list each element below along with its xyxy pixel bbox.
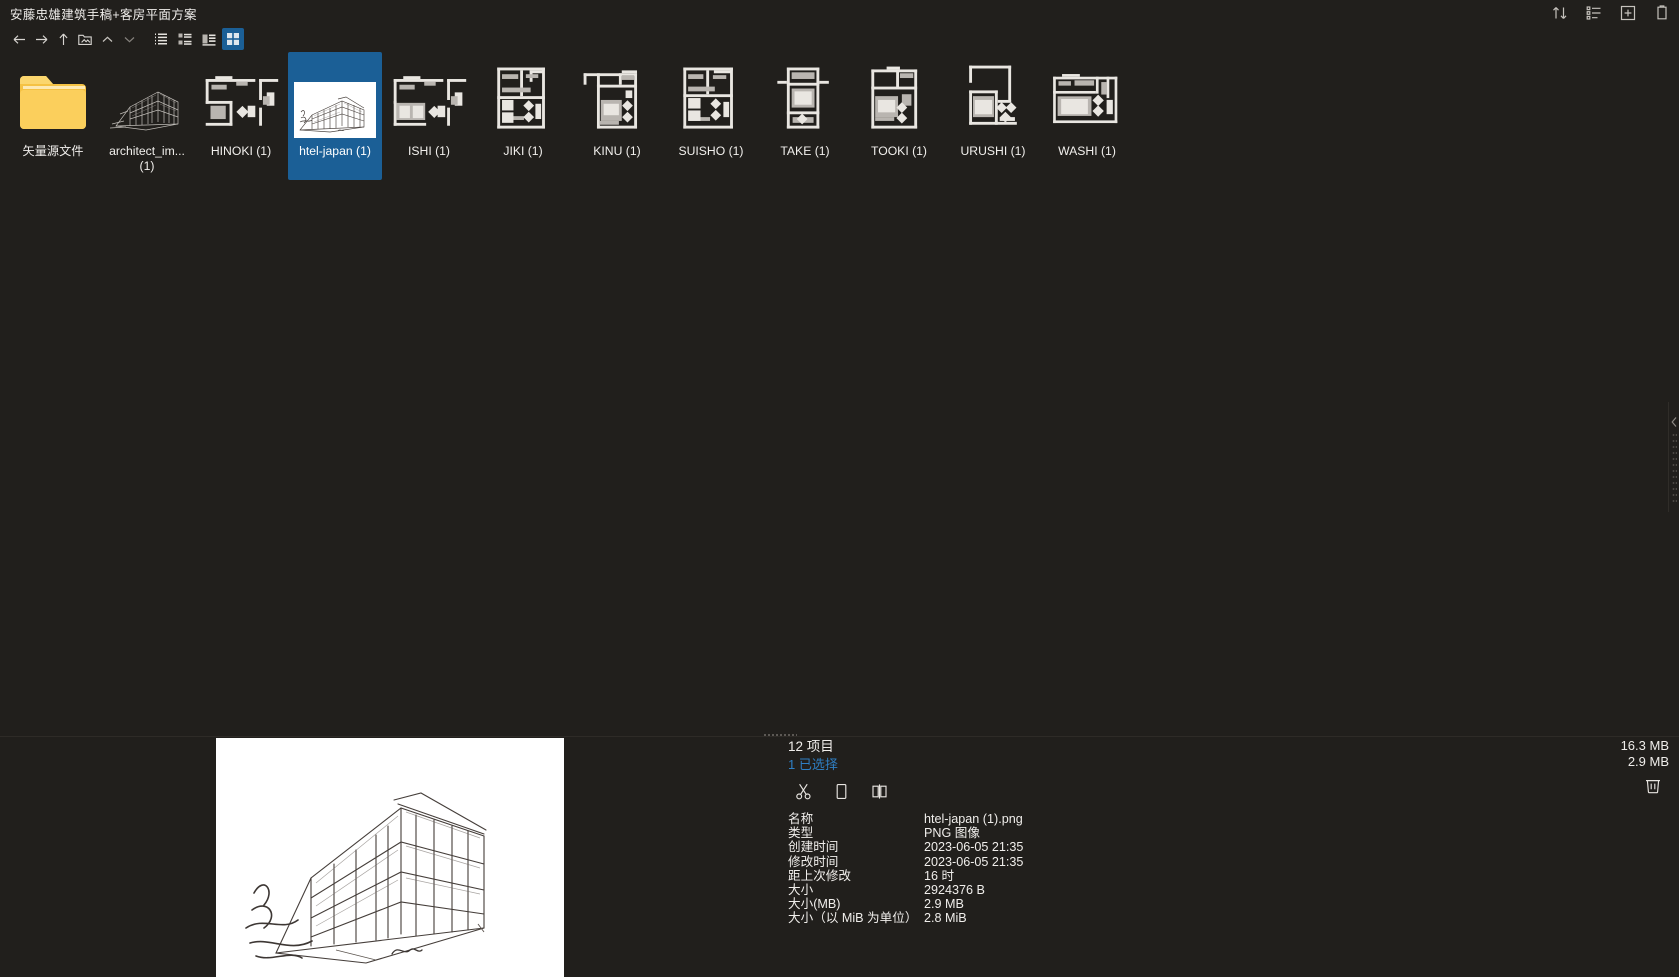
item-count-label: 12 项目	[788, 739, 834, 754]
grid-item-label: WASHI (1)	[1058, 144, 1116, 158]
grid-item-label: TAKE (1)	[780, 144, 830, 158]
grid-item-take[interactable]: TAKE (1)	[758, 52, 852, 180]
total-size-label: 16.3 MB	[1620, 738, 1669, 753]
grid-item-suisho[interactable]: SUISHO (1)	[664, 52, 758, 180]
cut-icon[interactable]	[792, 780, 814, 802]
view-list[interactable]	[150, 28, 172, 50]
grid-item-label: JIKI (1)	[503, 144, 543, 158]
floorplan-thumb	[576, 56, 658, 138]
compare-icon[interactable]	[868, 780, 890, 802]
meta-key: 创建时间	[788, 840, 839, 855]
floorplan-thumb	[858, 56, 940, 138]
navigation-toolbar	[0, 26, 1679, 52]
floorplan-thumb	[482, 56, 564, 138]
metadata-table: 名称 htel-japan (1).png 类型 PNG 图像 创建时间 202…	[788, 812, 1348, 926]
grid-item-architect-im[interactable]: architect_im... (1)	[100, 52, 194, 180]
selected-count-link[interactable]: 1 已选择	[788, 756, 838, 774]
view-details[interactable]	[198, 28, 220, 50]
window-title: 安藤忠雄建筑手稿+客房平面方案	[10, 7, 197, 22]
meta-key: 大小（以 MiB 为单位）	[788, 911, 918, 926]
table-row: 大小(MB) 2.9 MB	[788, 897, 1348, 911]
htel-japan-thumb	[294, 56, 376, 138]
floorplan-thumb	[1046, 56, 1128, 138]
grid-item-label: ISHI (1)	[408, 144, 450, 158]
panel-resize-handle[interactable]	[763, 733, 797, 737]
collapse-button[interactable]	[96, 28, 118, 50]
meta-value: 2.8 MiB	[924, 911, 967, 926]
details-panel: 12 项目 1 已选择 名称 htel-japan (1).png 类型 PNG…	[788, 738, 1348, 926]
grid-item-hinoki[interactable]: HINOKI (1)	[194, 52, 288, 180]
forward-button[interactable]	[30, 28, 52, 50]
grid-item-ishi[interactable]: ISHI (1)	[382, 52, 476, 180]
view-options-icon[interactable]	[1585, 4, 1603, 22]
grid-item-tooki[interactable]: TOOKI (1)	[852, 52, 946, 180]
meta-value: htel-japan (1).png	[924, 812, 1023, 826]
architect-sketch-thumb	[106, 56, 188, 138]
quick-actions	[788, 780, 1348, 802]
size-totals: 16.3 MB 2.9 MB	[1621, 738, 1669, 769]
meta-value: PNG 图像	[924, 826, 980, 841]
up-button[interactable]	[52, 28, 74, 50]
table-row: 创建时间 2023-06-05 21:35	[788, 840, 1348, 854]
folder-icon	[12, 56, 94, 138]
grid-item-label: HINOKI (1)	[210, 144, 272, 158]
bottom-panel-separator	[0, 736, 1679, 737]
clipboard-icon[interactable]	[1653, 4, 1671, 22]
meta-key: 修改时间	[788, 854, 839, 869]
open-folder-button[interactable]	[74, 28, 96, 50]
table-row: 名称 htel-japan (1).png	[788, 812, 1348, 826]
floorplan-thumb	[764, 56, 846, 138]
floorplan-thumb	[200, 56, 282, 138]
table-row: 大小 2924376 B	[788, 883, 1348, 897]
selected-size-label: 2.9 MB	[1627, 753, 1669, 769]
titlebar-actions	[1551, 0, 1671, 26]
back-button[interactable]	[8, 28, 30, 50]
table-row: 修改时间 2023-06-05 21:35	[788, 855, 1348, 869]
grid-item-washi[interactable]: WASHI (1)	[1040, 52, 1134, 180]
meta-value: 2.9 MB	[924, 897, 964, 912]
floorplan-thumb	[388, 56, 470, 138]
trash-icon[interactable]	[1643, 775, 1665, 797]
view-compact[interactable]	[174, 28, 196, 50]
floorplan-thumb	[670, 56, 752, 138]
table-row: 类型 PNG 图像	[788, 826, 1348, 840]
meta-key: 类型	[788, 826, 814, 841]
table-row: 大小（以 MiB 为单位） 2.8 MiB	[788, 911, 1348, 925]
file-preview	[216, 738, 564, 977]
meta-key: 距上次修改	[788, 868, 851, 883]
grid-item-label: SUISHO (1)	[678, 144, 744, 158]
grid-item-folder[interactable]: 矢量源文件	[6, 52, 100, 180]
expand-button[interactable]	[118, 28, 140, 50]
file-grid: 矢量源文件 architect_im... (1) HINOKI (1) hte…	[0, 52, 1679, 180]
meta-key: 名称	[788, 812, 814, 826]
meta-value: 16 时	[924, 868, 955, 883]
grid-item-label: architect_im... (1)	[109, 144, 185, 173]
title-bar: 安藤忠雄建筑手稿+客房平面方案	[0, 0, 1679, 26]
meta-key: 大小(MB)	[788, 897, 841, 912]
view-icons[interactable]	[222, 28, 244, 50]
meta-value: 2023-06-05 21:35	[924, 840, 1024, 855]
meta-key: 大小	[788, 883, 814, 898]
table-row: 距上次修改 16 时	[788, 869, 1348, 883]
grid-item-label: 矢量源文件	[22, 144, 84, 158]
new-tab-icon[interactable]	[1619, 4, 1637, 22]
grid-item-jiki[interactable]: JIKI (1)	[476, 52, 570, 180]
floorplan-thumb	[952, 56, 1034, 138]
grid-item-label: htel-japan (1)	[299, 144, 371, 158]
grid-item-label: KINU (1)	[593, 144, 641, 158]
sidebar-collapse-handle[interactable]	[1668, 402, 1679, 512]
grid-item-label: URUSHI (1)	[960, 144, 1026, 158]
grid-item-kinu[interactable]: KINU (1)	[570, 52, 664, 180]
meta-value: 2023-06-05 21:35	[924, 854, 1024, 869]
grid-item-htel-japan[interactable]: htel-japan (1)	[288, 52, 382, 180]
grid-item-label: TOOKI (1)	[871, 144, 927, 158]
copy-icon[interactable]	[830, 780, 852, 802]
handle-dots	[1672, 432, 1677, 502]
meta-value: 2924376 B	[924, 883, 985, 898]
grid-item-urushi[interactable]: URUSHI (1)	[946, 52, 1040, 180]
sort-icon[interactable]	[1551, 4, 1569, 22]
